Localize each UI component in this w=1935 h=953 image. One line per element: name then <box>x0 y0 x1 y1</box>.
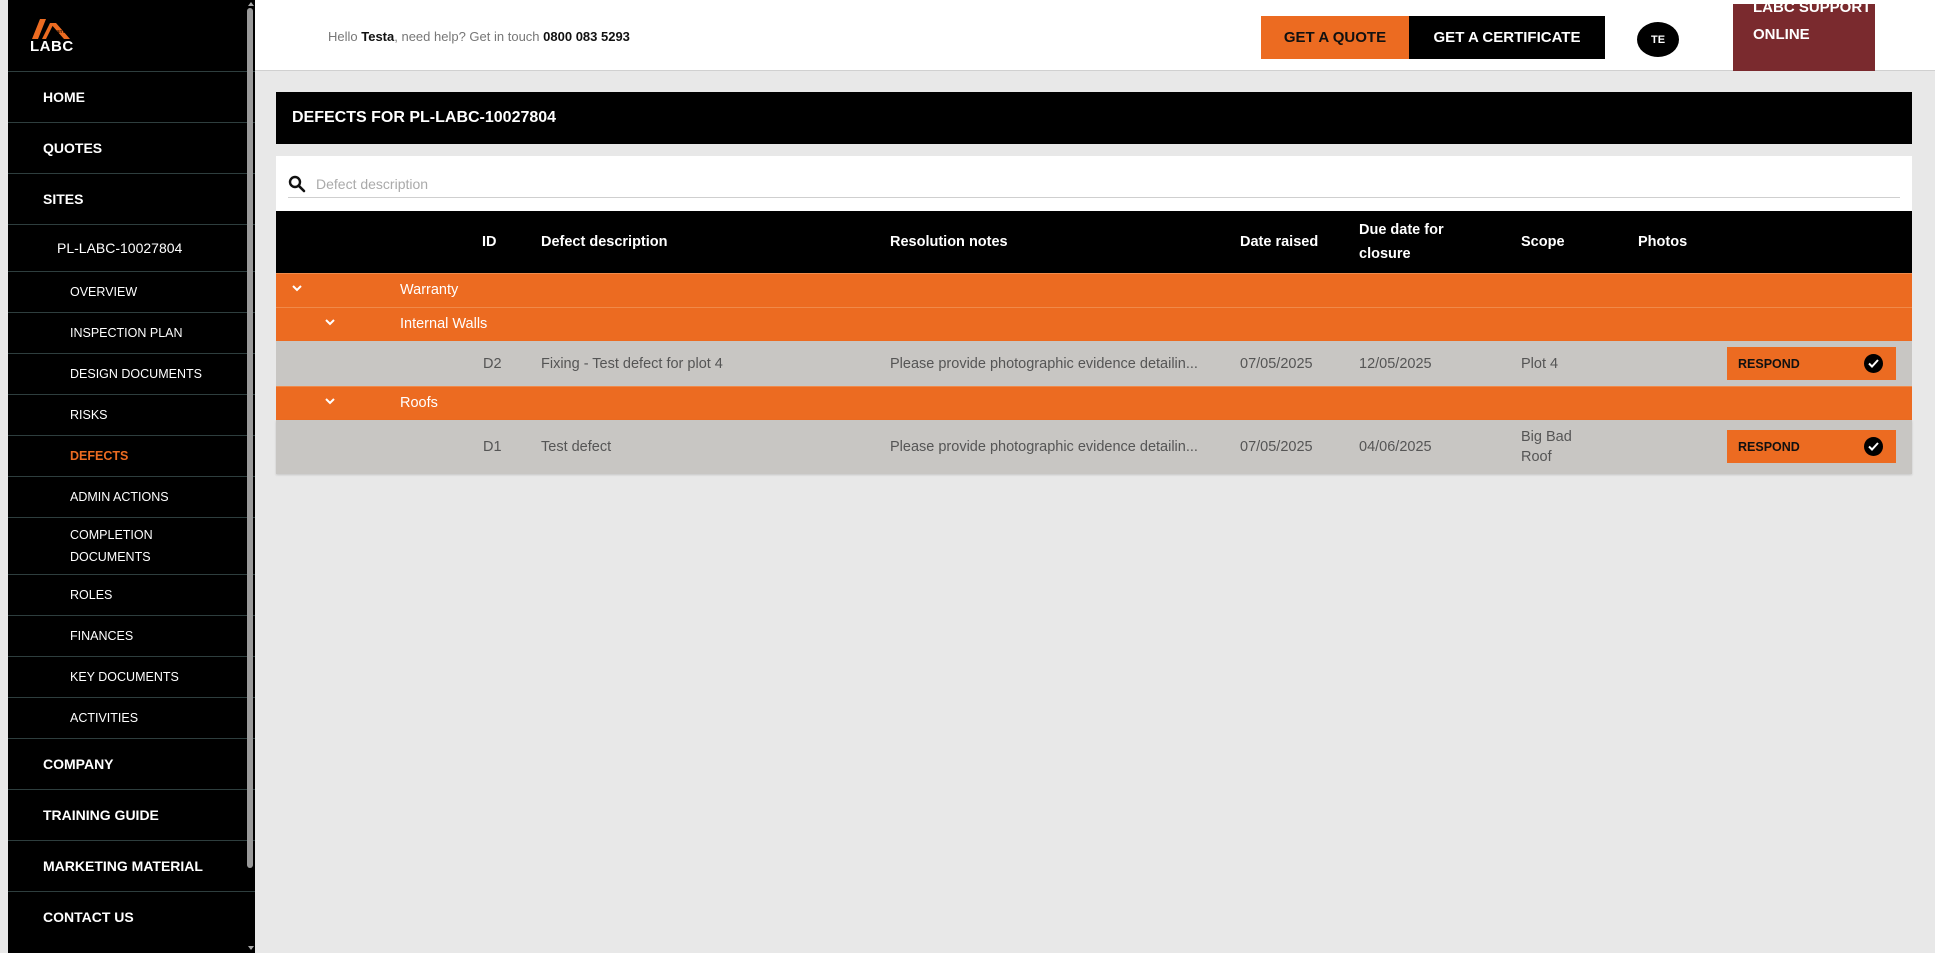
logo-text: LABC <box>30 38 74 55</box>
cell-id: D2 <box>483 355 502 372</box>
group-row-roofs[interactable]: Roofs <box>276 386 1912 420</box>
nav-activities[interactable]: ACTIVITIES <box>8 697 255 738</box>
search-panel <box>276 156 1912 211</box>
search-icon <box>288 175 306 192</box>
col-resolution[interactable]: Resolution notes <box>890 211 1008 273</box>
group-label-warranty: Warranty <box>400 282 459 298</box>
respond-label: RESPOND <box>1738 356 1800 371</box>
page-title: DEFECTS FOR PL-LABC-10027804 <box>276 92 1912 144</box>
logo-small-text: warranty <box>53 29 73 35</box>
table-header: ID Defect description Resolution notes D… <box>276 211 1912 273</box>
greeting: Hello Testa, need help? Get in touch 080… <box>328 29 630 44</box>
user-avatar[interactable]: TE <box>1637 22 1679 57</box>
nav-home[interactable]: HOME <box>8 71 255 122</box>
nav-site-id[interactable]: PL-LABC-10027804 <box>8 224 255 271</box>
nav-design-documents[interactable]: DESIGN DOCUMENTS <box>8 353 255 394</box>
nav-admin-actions[interactable]: ADMIN ACTIONS <box>8 476 255 517</box>
nav-company[interactable]: COMPANY <box>8 738 255 789</box>
table-row[interactable]: D2 Fixing - Test defect for plot 4 Pleas… <box>276 341 1912 386</box>
col-id[interactable]: ID <box>482 211 497 273</box>
respond-button[interactable]: RESPOND <box>1727 430 1896 463</box>
col-photos[interactable]: Photos <box>1638 211 1687 273</box>
cell-description: Fixing - Test defect for plot 4 <box>541 355 723 372</box>
sidebar-scroll-down-icon[interactable] <box>248 946 254 950</box>
defects-table: ID Defect description Resolution notes D… <box>276 211 1912 474</box>
warranty-roof-icon: warranty <box>32 19 73 39</box>
cell-due-date: 12/05/2025 <box>1359 355 1432 372</box>
cell-description: Test defect <box>541 439 612 455</box>
user-name: Testa <box>361 29 395 44</box>
group-label-roofs: Roofs <box>400 395 438 411</box>
nav-inspection-plan[interactable]: INSPECTION PLAN <box>8 312 255 353</box>
labc-logo[interactable]: warranty LABC <box>8 0 255 71</box>
nav-quotes[interactable]: QUOTES <box>8 122 255 173</box>
nav-defects[interactable]: DEFECTS <box>8 435 255 476</box>
cell-date-raised: 07/05/2025 <box>1240 355 1313 372</box>
get-a-certificate-button[interactable]: GET A CERTIFICATE <box>1409 16 1605 59</box>
chevron-down-icon[interactable] <box>323 394 337 408</box>
nav-key-documents[interactable]: KEY DOCUMENTS <box>8 656 255 697</box>
nav-training-guide[interactable]: TRAINING GUIDE <box>8 789 255 840</box>
top-header: Hello Testa, need help? Get in touch 080… <box>255 0 1935 71</box>
nav-finances[interactable]: FINANCES <box>8 615 255 656</box>
labc-support-online-button[interactable]: LABC SUPPORT ONLINE <box>1733 4 1875 71</box>
cell-scope: Big Bad Roof <box>1521 429 1572 465</box>
cell-resolution: Please provide photographic evidence det… <box>890 355 1198 372</box>
nav-marketing-material[interactable]: MARKETING MATERIAL <box>8 840 255 891</box>
chevron-down-icon[interactable] <box>323 315 337 329</box>
cell-due-date: 04/06/2025 <box>1359 439 1432 455</box>
cell-date-raised: 07/05/2025 <box>1240 439 1313 455</box>
col-date-raised[interactable]: Date raised <box>1240 211 1318 273</box>
phone-number[interactable]: 0800 083 5293 <box>543 29 630 44</box>
nav-sites[interactable]: SITES <box>8 173 255 224</box>
col-due-date[interactable]: Due date for closure <box>1359 211 1459 273</box>
greeting-middle: , need help? Get in touch <box>394 29 540 44</box>
greeting-prefix: Hello <box>328 29 358 44</box>
cell-id: D1 <box>483 439 502 455</box>
nav-completion-documents[interactable]: COMPLETION DOCUMENTS <box>8 517 255 574</box>
support-label: LABC SUPPORT ONLINE <box>1753 4 1872 43</box>
group-label-internal-walls: Internal Walls <box>400 316 488 332</box>
col-scope[interactable]: Scope <box>1521 211 1565 273</box>
sidebar-scrollbar[interactable] <box>247 8 253 868</box>
get-a-quote-button[interactable]: GET A QUOTE <box>1261 16 1409 59</box>
nav-contact-us[interactable]: CONTACT US <box>8 891 255 942</box>
group-row-internal-walls[interactable]: Internal Walls <box>276 307 1912 341</box>
col-description[interactable]: Defect description <box>541 211 668 273</box>
nav-risks[interactable]: RISKS <box>8 394 255 435</box>
cell-resolution: Please provide photographic evidence det… <box>890 439 1198 455</box>
chevron-down-icon[interactable] <box>290 281 304 295</box>
check-icon <box>1864 437 1883 456</box>
check-icon <box>1864 354 1883 373</box>
nav-roles[interactable]: ROLES <box>8 574 255 615</box>
cell-scope: Plot 4 <box>1521 355 1559 372</box>
nav-overview[interactable]: OVERVIEW <box>8 271 255 312</box>
respond-label: RESPOND <box>1738 439 1800 454</box>
sidebar: warranty LABC HOME QUOTES SITES PL-LABC-… <box>8 0 255 953</box>
defect-search-input[interactable] <box>316 175 916 192</box>
respond-button[interactable]: RESPOND <box>1727 347 1896 380</box>
table-row[interactable]: D1 Test defect Please provide photograph… <box>276 420 1912 474</box>
group-row-warranty[interactable]: Warranty <box>276 273 1912 307</box>
sidebar-scroll-up-icon[interactable] <box>248 2 254 6</box>
